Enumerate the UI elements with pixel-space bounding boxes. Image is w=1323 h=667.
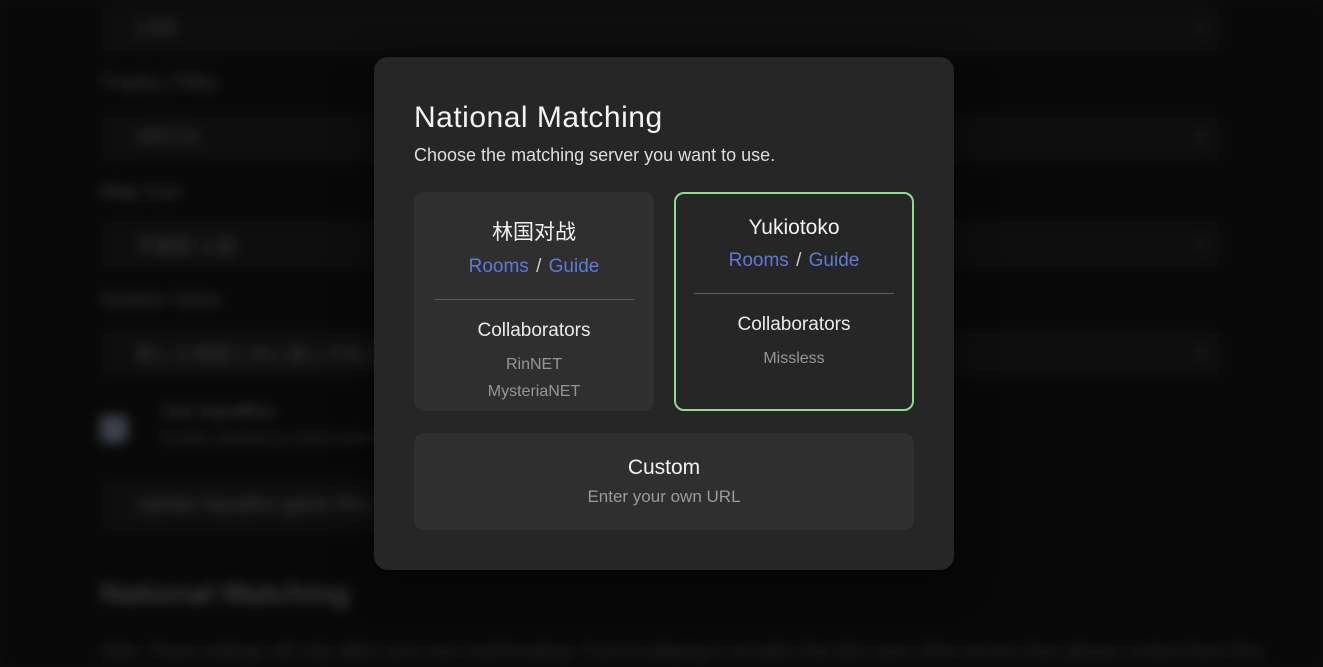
modal-subtitle: Choose the matching server you want to u… [414, 145, 914, 166]
custom-server-card[interactable]: Custom Enter your own URL [414, 433, 914, 530]
rooms-link[interactable]: Rooms [469, 256, 529, 277]
server-card-linguo[interactable]: 林国对战 Rooms / Guide Collaborators RinNET … [414, 192, 654, 411]
collaborators-label: Collaborators [414, 320, 654, 342]
custom-title: Custom [628, 456, 700, 480]
custom-subtitle: Enter your own URL [587, 487, 740, 507]
server-links: Rooms / Guide [676, 250, 912, 272]
collaborator-name: RinNET [414, 351, 654, 378]
collaborator-name: Missless [676, 345, 912, 372]
server-name: Yukiotoko [676, 216, 912, 240]
link-separator: / [529, 256, 549, 277]
card-divider [694, 293, 894, 294]
server-cards-row: 林国对战 Rooms / Guide Collaborators RinNET … [414, 192, 914, 411]
collaborator-name: MysteriaNET [414, 378, 654, 405]
server-name: 林国对战 [414, 216, 654, 246]
modal-title: National Matching [414, 101, 914, 135]
guide-link[interactable]: Guide [549, 256, 600, 277]
collaborators-label: Collaborators [676, 314, 912, 336]
card-divider [434, 299, 634, 300]
server-links: Rooms / Guide [414, 256, 654, 278]
link-separator: / [789, 250, 809, 271]
server-card-yukiotoko[interactable]: Yukiotoko Rooms / Guide Collaborators Mi… [674, 192, 914, 411]
guide-link[interactable]: Guide [809, 250, 860, 271]
rooms-link[interactable]: Rooms [729, 250, 789, 271]
national-matching-modal: National Matching Choose the matching se… [374, 57, 954, 570]
